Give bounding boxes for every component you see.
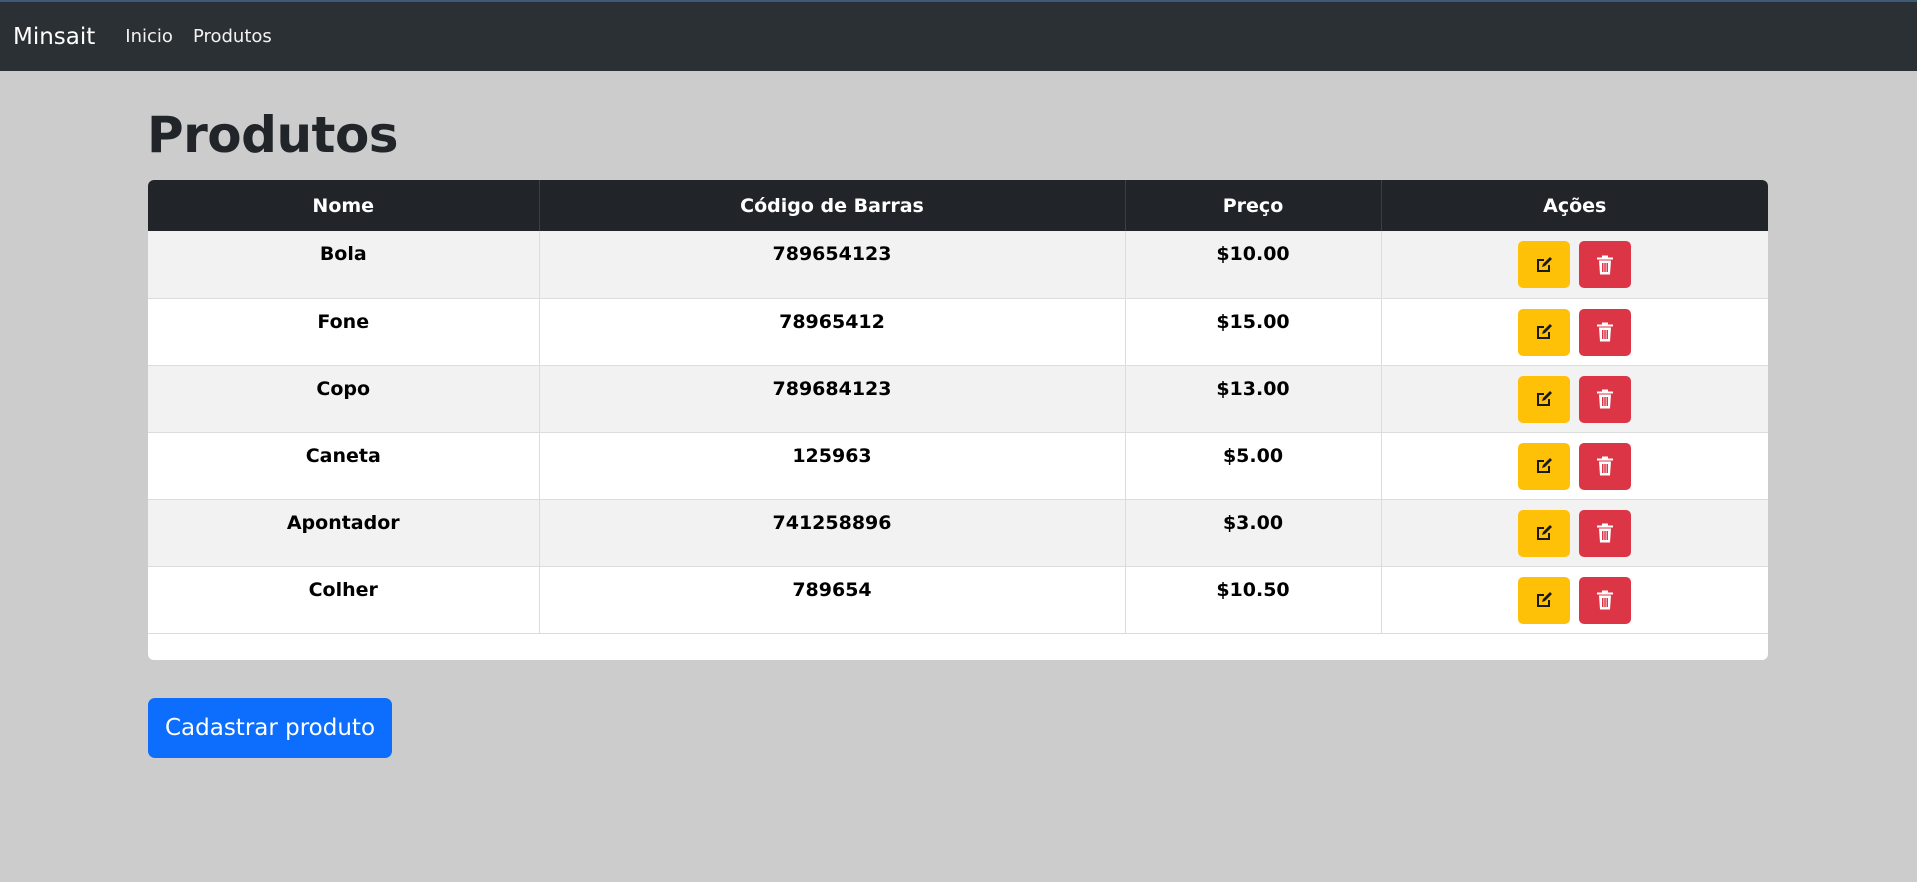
table-row: Apontador 741258896 $3.00 xyxy=(148,499,1768,567)
cell-preco: $15.00 xyxy=(1125,298,1382,366)
cell-codigo: 125963 xyxy=(539,432,1126,500)
cell-acoes xyxy=(1381,365,1768,433)
trash-icon xyxy=(1597,456,1614,476)
cell-nome: Bola xyxy=(148,231,540,299)
delete-button[interactable] xyxy=(1579,241,1632,288)
cadastrar-produto-button[interactable]: Cadastrar produto xyxy=(148,698,392,758)
delete-button[interactable] xyxy=(1579,576,1632,624)
cell-codigo: 741258896 xyxy=(539,499,1126,567)
delete-button[interactable] xyxy=(1579,509,1632,557)
table-row: Fone 78965412 $15.00 xyxy=(148,298,1768,366)
products-table-container: Nome Código de Barras Preço Ações Bola 7… xyxy=(148,180,1768,660)
trash-icon xyxy=(1597,389,1614,409)
trash-icon xyxy=(1597,322,1614,342)
cell-acoes xyxy=(1381,566,1768,634)
cell-preco: $10.50 xyxy=(1125,566,1382,634)
cell-acoes xyxy=(1381,432,1768,500)
table-row: Caneta 125963 $5.00 xyxy=(148,432,1768,500)
nav-link-inicio[interactable]: Inicio xyxy=(125,26,173,47)
edit-button[interactable] xyxy=(1518,375,1571,423)
cell-codigo: 789654123 xyxy=(539,231,1126,299)
page-title: Produtos xyxy=(147,106,399,164)
column-header-nome: Nome xyxy=(148,180,540,231)
edit-button[interactable] xyxy=(1518,308,1571,356)
cell-preco: $5.00 xyxy=(1125,432,1382,500)
edit-button[interactable] xyxy=(1518,509,1571,557)
column-header-preco: Preço xyxy=(1125,180,1382,231)
edit-icon xyxy=(1537,256,1553,272)
cell-nome: Apontador xyxy=(148,499,540,567)
products-table: Nome Código de Barras Preço Ações Bola 7… xyxy=(148,180,1768,634)
delete-button[interactable] xyxy=(1579,442,1632,490)
edit-icon xyxy=(1537,458,1553,473)
cell-acoes xyxy=(1381,231,1768,299)
cell-acoes xyxy=(1381,298,1768,366)
trash-icon xyxy=(1597,523,1614,543)
cell-preco: $13.00 xyxy=(1125,365,1382,433)
cell-nome: Colher xyxy=(148,566,540,634)
navbar: Minsait Inicio Produtos xyxy=(0,0,1917,71)
table-row: Copo 789684123 $13.00 xyxy=(148,365,1768,433)
cell-nome: Caneta xyxy=(148,432,540,500)
brand-link[interactable]: Minsait xyxy=(13,24,95,50)
cell-codigo: 78965412 xyxy=(539,298,1126,366)
table-row: Colher 789654 $10.50 xyxy=(148,566,1768,634)
edit-icon xyxy=(1537,391,1553,406)
trash-icon xyxy=(1597,590,1614,610)
edit-icon xyxy=(1537,324,1553,339)
table-row: Bola 789654123 $10.00 xyxy=(148,231,1768,299)
trash-icon xyxy=(1597,255,1614,274)
cell-codigo: 789684123 xyxy=(539,365,1126,433)
edit-button[interactable] xyxy=(1518,576,1571,624)
delete-button[interactable] xyxy=(1579,375,1632,423)
nav-link-produtos[interactable]: Produtos xyxy=(193,26,272,47)
cell-nome: Copo xyxy=(148,365,540,433)
column-header-acoes: Ações xyxy=(1381,180,1768,231)
edit-button[interactable] xyxy=(1518,241,1571,288)
edit-icon xyxy=(1537,592,1553,607)
edit-button[interactable] xyxy=(1518,442,1571,490)
cell-codigo: 789654 xyxy=(539,566,1126,634)
cell-preco: $10.00 xyxy=(1125,231,1382,299)
cell-preco: $3.00 xyxy=(1125,499,1382,567)
edit-icon xyxy=(1537,525,1553,540)
delete-button[interactable] xyxy=(1579,308,1632,356)
cell-nome: Fone xyxy=(148,298,540,366)
cell-acoes xyxy=(1381,499,1768,567)
column-header-codigo: Código de Barras xyxy=(539,180,1126,231)
table-header-row: Nome Código de Barras Preço Ações xyxy=(148,180,1768,231)
